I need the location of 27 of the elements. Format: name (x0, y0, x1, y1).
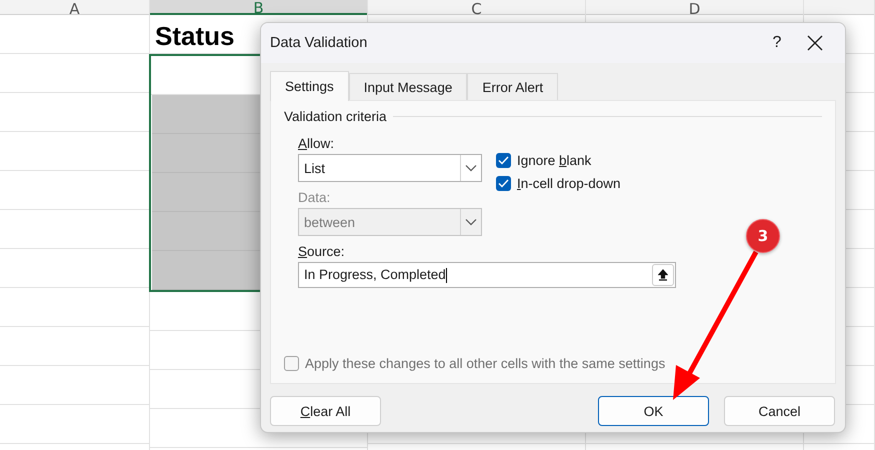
tab[interactable]: Settings (270, 71, 349, 101)
close-icon[interactable] (807, 35, 823, 51)
checkbox[interactable] (496, 153, 511, 168)
field-label: Data: (298, 190, 332, 205)
dialog-button[interactable]: OK (598, 396, 709, 426)
chevron-down-icon (465, 164, 477, 172)
tab[interactable]: Error Alert (467, 73, 558, 100)
help-button[interactable]: ? (757, 34, 797, 52)
field-label: Source: (298, 244, 346, 259)
source-field[interactable]: In Progress, Completed (298, 262, 676, 288)
chevron-down-icon (465, 218, 477, 226)
dialog-button[interactable]: Clear All (270, 396, 381, 426)
collapse-button[interactable] (652, 264, 674, 286)
column-header[interactable]: C (368, 0, 585, 15)
dropdown[interactable]: List (298, 154, 482, 182)
checkbox-label[interactable]: Ignore blank (517, 153, 592, 168)
column-header[interactable]: A (0, 0, 149, 15)
checkbox[interactable] (496, 176, 511, 191)
upload-arrow-icon (658, 269, 668, 281)
tab[interactable]: Input Message (348, 73, 468, 100)
window-title: Data Validation (270, 35, 368, 51)
field-label: Allow: (298, 136, 336, 151)
column-header[interactable]: D (586, 0, 803, 15)
dialog-button[interactable]: Cancel (724, 396, 835, 426)
checkbox-label[interactable]: In-cell drop-down (517, 176, 621, 191)
group-title: Validation criteria (284, 109, 387, 124)
column-header[interactable]: B (150, 0, 367, 15)
